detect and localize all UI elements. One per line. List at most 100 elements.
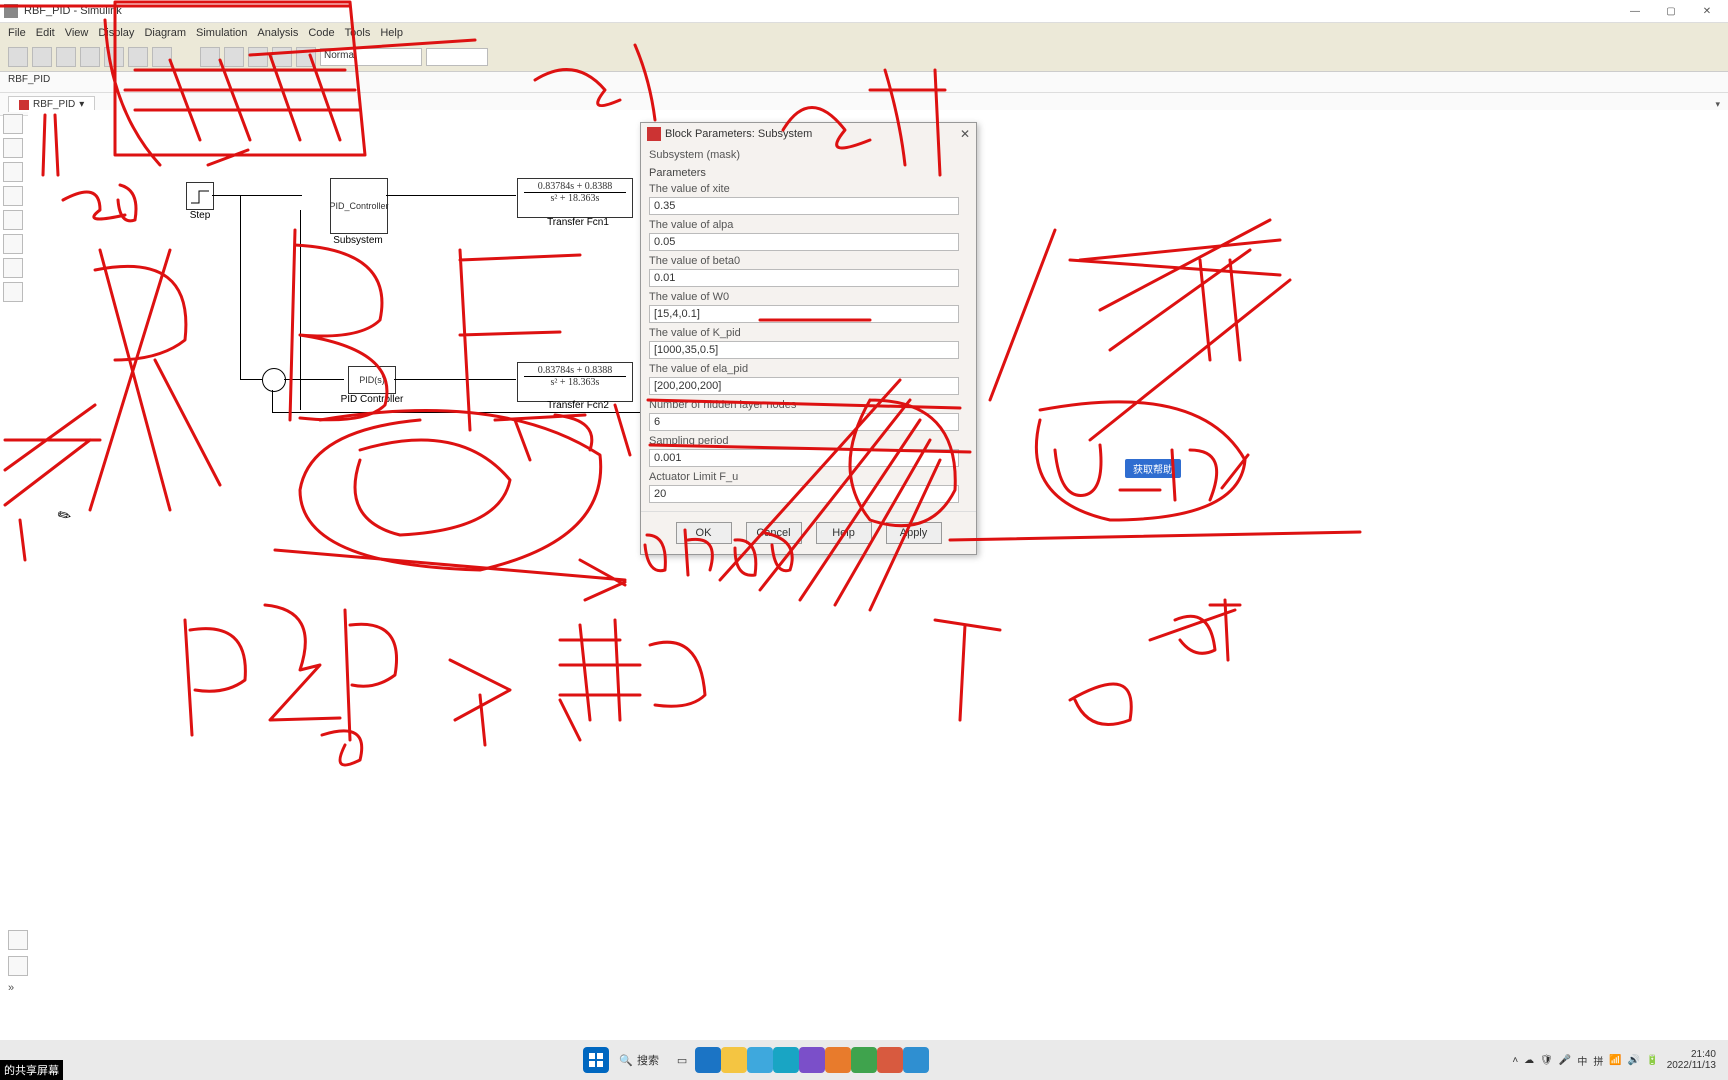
dialog-section-header: Parameters — [641, 165, 976, 181]
taskbar-app-icon[interactable] — [851, 1047, 877, 1073]
tray-ime2-icon[interactable]: 拼 — [1593, 1053, 1603, 1068]
toolbar-step-fwd-icon[interactable] — [248, 47, 268, 67]
sidebar-explorer-icon[interactable] — [3, 234, 23, 254]
toolbar-explorer-icon[interactable] — [152, 47, 172, 67]
help-button[interactable]: Help — [816, 522, 872, 544]
float-toolbar-icon[interactable] — [8, 956, 28, 976]
w0-input[interactable] — [649, 305, 959, 323]
menu-analysis[interactable]: Analysis — [257, 27, 298, 39]
menu-file[interactable]: File — [8, 27, 26, 39]
sidebar-hide-icon[interactable] — [3, 114, 23, 134]
edge-icon[interactable] — [773, 1047, 799, 1073]
model-tab-label: RBF_PID — [33, 99, 75, 110]
menu-display[interactable]: Display — [98, 27, 134, 39]
field-label: Sampling period — [649, 435, 968, 447]
field-label: Number of hidden layer nodes — [649, 399, 968, 411]
taskbar-app-icon[interactable] — [695, 1047, 721, 1073]
block-parameters-dialog[interactable]: Block Parameters: Subsystem ✕ Subsystem … — [640, 122, 977, 555]
subsystem-label: Subsystem — [328, 235, 388, 246]
sidebar-lib-icon[interactable] — [3, 210, 23, 230]
file-explorer-icon[interactable] — [721, 1047, 747, 1073]
task-view-icon[interactable]: ▭ — [669, 1047, 695, 1073]
hidden-nodes-input[interactable] — [649, 413, 959, 431]
tray-ime-icon[interactable]: 中 — [1577, 1053, 1587, 1068]
tray-mic-icon[interactable]: 🎤 — [1559, 1055, 1571, 1066]
toolbar-save-icon[interactable] — [8, 47, 28, 67]
elapid-input[interactable] — [649, 377, 959, 395]
matlab-icon[interactable] — [825, 1047, 851, 1073]
breadcrumb-path[interactable]: RBF_PID — [8, 74, 50, 85]
taskbar-app-icon[interactable] — [747, 1047, 773, 1073]
maximize-button[interactable]: ▢ — [1654, 2, 1688, 20]
ok-button[interactable]: OK — [676, 522, 732, 544]
xite-input[interactable] — [649, 197, 959, 215]
tray-chevron-up-icon[interactable]: ˄ — [1512, 1055, 1518, 1066]
subsystem-block[interactable]: PID_Controller — [330, 178, 388, 234]
signal-line — [272, 412, 642, 413]
toolbar-stop-icon[interactable] — [272, 47, 292, 67]
menu-simulation[interactable]: Simulation — [196, 27, 247, 39]
start-button[interactable] — [583, 1047, 609, 1073]
float-toolbar-icon[interactable] — [8, 930, 28, 950]
tray-volume-icon[interactable]: 🔊 — [1628, 1055, 1640, 1066]
field-label: The value of beta0 — [649, 255, 968, 267]
toolbar-up-icon[interactable] — [80, 47, 100, 67]
pid-controller-block[interactable]: PID(s) — [348, 366, 396, 394]
taskbar-app-icon[interactable] — [799, 1047, 825, 1073]
toolbar-record-icon[interactable] — [296, 47, 316, 67]
toolbar-config-icon[interactable] — [128, 47, 148, 67]
minimize-button[interactable]: — — [1618, 2, 1652, 20]
toolbar-lib-icon[interactable] — [104, 47, 124, 67]
toolbar-back-icon[interactable] — [32, 47, 52, 67]
signal-line — [394, 379, 516, 380]
signal-line — [240, 195, 241, 379]
cancel-button[interactable]: Cancel — [746, 522, 802, 544]
field-label: The value of xite — [649, 183, 968, 195]
toolbar-mode-dropdown[interactable]: Normal — [320, 48, 422, 66]
menu-edit[interactable]: Edit — [36, 27, 55, 39]
sampling-period-input[interactable] — [649, 449, 959, 467]
sidebar-pan-icon[interactable] — [3, 186, 23, 206]
taskbar-clock[interactable]: 21:40 2022/11/13 — [1667, 1049, 1716, 1071]
tray-cloud-icon[interactable]: ☁ — [1524, 1055, 1534, 1066]
sidebar-annotate-icon[interactable] — [3, 258, 23, 278]
field-label: The value of ela_pid — [649, 363, 968, 375]
tray-shield-icon[interactable]: 🛡 — [1540, 1055, 1553, 1066]
tray-battery-icon[interactable]: 🔋 — [1646, 1055, 1658, 1066]
step-block[interactable] — [186, 182, 214, 210]
taskbar-app-icon[interactable] — [903, 1047, 929, 1073]
sidebar-zoom-icon[interactable] — [3, 138, 23, 158]
signal-line — [300, 210, 301, 410]
menu-diagram[interactable]: Diagram — [144, 27, 186, 39]
alpa-input[interactable] — [649, 233, 959, 251]
menu-tools[interactable]: Tools — [345, 27, 371, 39]
transfer-fcn1-block[interactable]: 0.83784s + 0.8388 s² + 18.363s — [517, 178, 633, 218]
pid-ctrl-inner-label: PID_Controller — [329, 201, 388, 211]
sidebar-image-icon[interactable] — [3, 282, 23, 302]
float-toolbar-expand-icon[interactable]: » — [8, 982, 28, 994]
screenshare-badge: 的共享屏幕 — [0, 1060, 63, 1080]
tray-wifi-icon[interactable]: 📶 — [1609, 1055, 1621, 1066]
taskbar-app-icon[interactable] — [877, 1047, 903, 1073]
toolbar-stoptime-dropdown[interactable] — [426, 48, 488, 66]
toolbar-forward-icon[interactable] — [56, 47, 76, 67]
dialog-close-icon[interactable]: ✕ — [960, 127, 970, 141]
transfer-fcn2-block[interactable]: 0.83784s + 0.8388 s² + 18.363s — [517, 362, 633, 402]
kpid-input[interactable] — [649, 341, 959, 359]
dialog-subtitle: Subsystem (mask) — [641, 145, 976, 165]
chevron-down-icon[interactable]: ▾ — [79, 99, 84, 110]
beta0-input[interactable] — [649, 269, 959, 287]
taskbar-search[interactable]: 🔍 搜索 — [619, 1052, 659, 1068]
apply-button[interactable]: Apply — [886, 522, 942, 544]
menu-code[interactable]: Code — [308, 27, 334, 39]
toolbar-step-back-icon[interactable] — [200, 47, 220, 67]
pid-controller-caption: PID Controller — [332, 394, 412, 405]
menu-help[interactable]: Help — [380, 27, 403, 39]
sum-block[interactable] — [262, 368, 286, 392]
close-button[interactable]: ✕ — [1690, 2, 1724, 20]
actuator-limit-input[interactable] — [649, 485, 959, 503]
menu-view[interactable]: View — [65, 27, 89, 39]
tab-overflow-icon[interactable]: ▾ — [1715, 99, 1720, 110]
toolbar-run-icon[interactable] — [224, 47, 244, 67]
sidebar-fit-icon[interactable] — [3, 162, 23, 182]
